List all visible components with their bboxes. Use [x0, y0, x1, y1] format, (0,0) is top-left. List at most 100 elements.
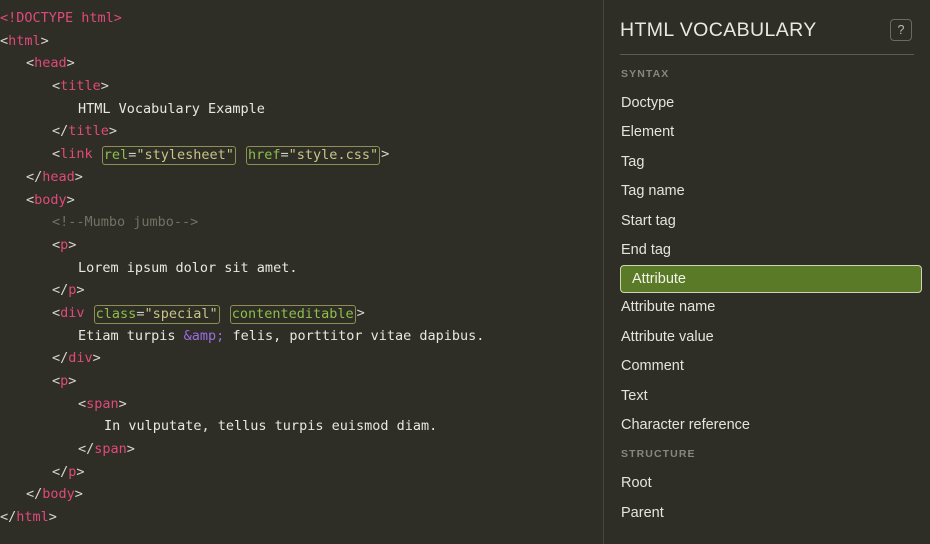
code-punctuation: < [26, 191, 35, 208]
sidebar-item-label: Comment [621, 358, 684, 375]
code-line: <p> [0, 370, 604, 393]
code-line: HTML Vocabulary Example [0, 98, 604, 121]
page-title: HTML VOCABULARY [620, 18, 817, 41]
sidebar-item-root[interactable]: Root [604, 469, 930, 498]
code-line: </p> [0, 279, 604, 302]
sidebar-item-label: End tag [621, 241, 671, 258]
attribute-name: class [95, 305, 137, 322]
sidebar-item-label: Doctype [621, 95, 675, 111]
sidebar-item-parent[interactable]: Parent [604, 499, 930, 528]
sidebar-section-syntax: SYNTAX [621, 68, 670, 80]
code-punctuation: < [52, 146, 61, 163]
attribute-highlight[interactable]: href="style.css" [246, 146, 381, 166]
code-line: Etiam turpis &amp; felis, porttitor vita… [0, 325, 604, 348]
code-punctuation: > [356, 304, 365, 321]
attribute-name: rel [103, 147, 129, 164]
code-punctuation: > [74, 168, 83, 185]
code-line: <html> [0, 30, 604, 53]
sidebar-item-comment[interactable]: Comment [604, 352, 930, 381]
sidebar-item-character-reference[interactable]: Character reference [604, 411, 930, 440]
code-punctuation: < [52, 373, 61, 389]
code-punctuation: > [118, 395, 127, 412]
code-punctuation: > [76, 463, 85, 480]
code-punctuation: </ [26, 168, 43, 185]
code-punctuation: > [381, 146, 390, 163]
sidebar-header: HTML VOCABULARY ? [604, 0, 930, 42]
code-punctuation: > [66, 191, 75, 208]
code-punctuation: > [92, 350, 101, 367]
code-line: <p> [0, 234, 604, 257]
sidebar-item-attribute-name[interactable]: Attribute name [604, 293, 930, 322]
tag-name: link [60, 146, 93, 163]
code-line: In vulputate, tellus turpis euismod diam… [0, 415, 604, 438]
sidebar-item-label: Parent [621, 504, 664, 521]
sidebar-item-attribute[interactable]: Attribute [620, 265, 922, 294]
code-punctuation: < [78, 395, 87, 412]
sidebar-item-label: Attribute value [621, 328, 714, 345]
code-punctuation: > [68, 236, 77, 253]
tag-name: div [60, 304, 85, 321]
code-punctuation: > [76, 282, 85, 299]
attribute-value: "special" [144, 305, 218, 322]
sidebar-item-doctype[interactable]: Doctype [604, 89, 930, 118]
sidebar-item-label: Start tag [621, 212, 676, 229]
sidebar-item-label: Tag [621, 153, 645, 170]
code-line: <head> [0, 52, 604, 75]
code-line: <body> [0, 189, 604, 212]
text-node: felis, porttitor vitae dapibus. [224, 327, 485, 344]
code-punctuation: </ [26, 486, 43, 503]
code-punctuation: </ [78, 441, 95, 458]
code-block[interactable]: <!DOCTYPE html> <html> <head> <title> HTML V… [0, 0, 604, 529]
code-punctuation: < [52, 78, 61, 95]
code-punctuation: </ [52, 282, 69, 299]
code-line: </html> [0, 506, 604, 529]
code-punctuation: < [26, 55, 35, 72]
code-line: </head> [0, 166, 604, 189]
attribute-highlight[interactable]: contenteditable [229, 304, 356, 324]
doctype-declaration: <!DOCTYPE html> [0, 10, 122, 26]
code-line: <div class="special" contenteditable > [0, 302, 604, 325]
code-punctuation: > [68, 373, 77, 389]
attribute-highlight[interactable]: rel="stylesheet" [101, 146, 236, 166]
sidebar-item-tag[interactable]: Tag [604, 148, 930, 177]
code-line: </title> [0, 120, 604, 143]
code-punctuation: < [52, 236, 61, 253]
code-line: <link rel="stylesheet" href="style.css" > [0, 143, 604, 166]
attribute-highlight[interactable]: class="special" [93, 304, 220, 324]
sidebar-item-text[interactable]: Text [604, 382, 930, 411]
tag-name: div [68, 350, 93, 367]
code-punctuation: </ [0, 509, 17, 526]
code-punctuation: </ [52, 463, 69, 480]
tag-name: span [94, 441, 127, 458]
code-pane: <!DOCTYPE html> <html> <head> <title> HTML V… [0, 0, 604, 544]
code-punctuation: > [108, 123, 118, 140]
tag-name: title [60, 78, 101, 95]
attribute-name: href [248, 147, 281, 164]
sidebar-item-tag-name[interactable]: Tag name [604, 177, 930, 206]
code-line: </p> [0, 461, 604, 484]
sidebar-item-label: Text [621, 387, 648, 404]
tag-name: title [68, 123, 109, 140]
code-punctuation: </ [52, 350, 69, 367]
code-punctuation: > [48, 509, 57, 526]
sidebar-item-label: Attribute [632, 271, 686, 288]
sidebar-item-attribute-value[interactable]: Attribute value [604, 323, 930, 352]
code-punctuation: > [74, 486, 83, 503]
sidebar-section-structure: STRUCTURE [621, 448, 696, 461]
code-line: </body> [0, 483, 604, 506]
sidebar-item-element[interactable]: Element [604, 118, 930, 147]
character-reference: &amp; [183, 327, 225, 344]
sidebar-item-label: Character reference [621, 416, 750, 433]
code-punctuation: > [126, 441, 135, 458]
sidebar-item-end-tag[interactable]: End tag [604, 236, 930, 265]
sidebar-item-label: Root [621, 475, 652, 492]
code-punctuation: < [0, 32, 9, 49]
help-icon[interactable]: ? [890, 19, 912, 41]
sidebar-item-start-tag[interactable]: Start tag [604, 207, 930, 236]
sidebar-item-label: Tag name [621, 183, 685, 200]
tag-name: head [34, 55, 67, 72]
